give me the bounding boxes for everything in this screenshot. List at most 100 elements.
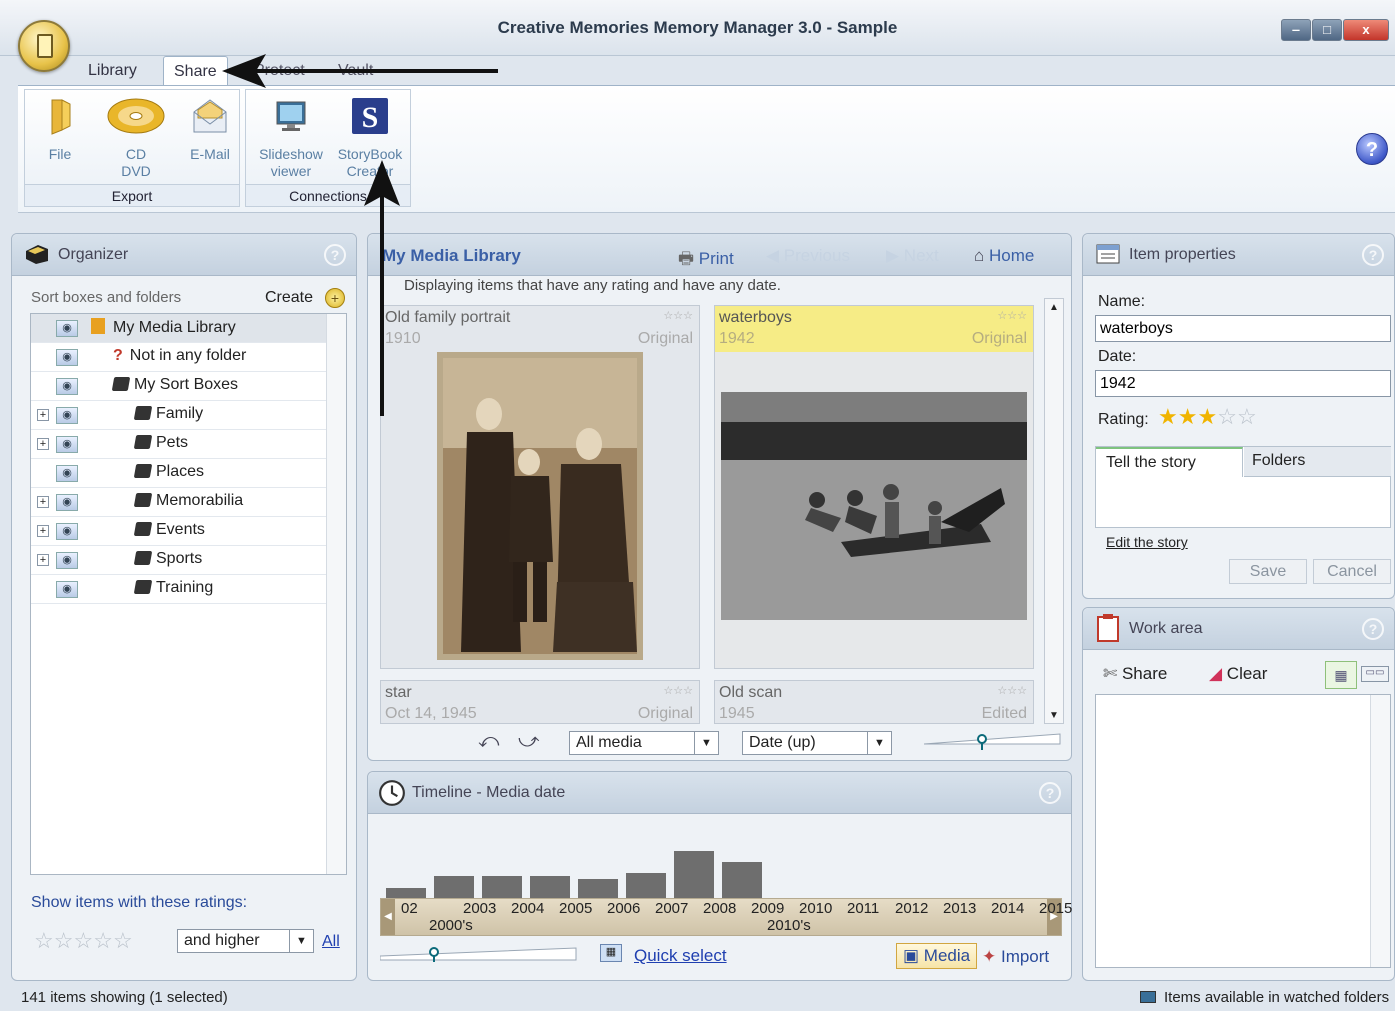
star-icon[interactable]: ★ (1197, 404, 1217, 429)
expand-icon[interactable]: + (37, 525, 49, 537)
expand-icon[interactable]: + (37, 554, 49, 566)
timeline-year[interactable]: 2007 (655, 900, 688, 917)
timeline-year[interactable]: 2011 (847, 900, 879, 917)
decade-label[interactable]: 2000's (429, 917, 473, 934)
timeline-bar[interactable] (482, 876, 522, 898)
timeline-zoom-slider[interactable] (380, 944, 578, 964)
tree-item[interactable]: ◉ Training (31, 575, 326, 604)
star-icon[interactable]: ☆ (34, 928, 54, 953)
star-icon[interactable]: ☆ (93, 928, 113, 953)
timeline-bar[interactable] (578, 879, 618, 898)
ratings-filter-stars[interactable]: ☆☆☆☆☆ (34, 928, 133, 954)
timeline-bar[interactable] (434, 876, 474, 898)
date-field[interactable] (1095, 370, 1391, 397)
tree-item[interactable]: + ◉ Family (31, 401, 326, 430)
save-button[interactable]: Save (1229, 559, 1307, 584)
edit-story-link[interactable]: Edit the story (1106, 534, 1188, 550)
work-area-scrollbar[interactable] (1370, 695, 1390, 967)
timeline-bar[interactable] (626, 873, 666, 898)
name-field[interactable] (1095, 315, 1391, 342)
expand-icon[interactable]: + (37, 496, 49, 508)
eye-icon[interactable]: ◉ (56, 378, 78, 395)
app-menu-orb[interactable] (18, 20, 70, 72)
star-icon[interactable]: ★ (1158, 404, 1178, 429)
sort-order-select[interactable]: Date (up) ▼ (742, 731, 892, 755)
expand-icon[interactable]: + (37, 438, 49, 450)
eye-icon[interactable]: ◉ (56, 436, 78, 453)
create-button[interactable]: Create (265, 289, 313, 307)
timeline-year[interactable]: 2005 (559, 900, 592, 917)
library-scrollbar[interactable]: ▲ ▼ (1044, 298, 1064, 724)
tab-tell-story[interactable]: Tell the story (1096, 447, 1243, 477)
cancel-button[interactable]: Cancel (1313, 559, 1391, 584)
grid-view-icon[interactable]: ▦ (1325, 661, 1357, 689)
star-icon[interactable]: ☆ (1237, 404, 1257, 429)
tab-share[interactable]: Share (163, 56, 228, 86)
tree-item[interactable]: ◉ My Media Library (31, 314, 326, 343)
timeline-year[interactable]: 02 (401, 900, 418, 917)
star-icon[interactable]: ☆ (113, 928, 133, 953)
timeline-year[interactable]: 2012 (895, 900, 928, 917)
star-icon[interactable]: ☆ (1217, 404, 1237, 429)
tree-item[interactable]: ◉ Places (31, 459, 326, 488)
email-export-button[interactable]: E-Mail (185, 96, 235, 163)
maximize-button[interactable]: □ (1312, 19, 1342, 41)
tree-item[interactable]: ◉ My Sort Boxes (31, 372, 326, 401)
eye-icon[interactable]: ◉ (56, 407, 78, 424)
minimize-button[interactable]: ‒ (1281, 19, 1311, 41)
timeline-year[interactable]: 2004 (511, 900, 544, 917)
slideshow-viewer-button[interactable]: Slideshow viewer (254, 96, 328, 180)
import-date-button[interactable]: ✦ Import (982, 947, 1049, 967)
eye-icon[interactable]: ◉ (56, 465, 78, 482)
timeline-year[interactable]: 2014 (991, 900, 1024, 917)
media-item[interactable]: star ☆☆☆ Oct 14, 1945 Original (380, 680, 700, 724)
scroll-up-icon[interactable]: ▲ (1045, 299, 1063, 313)
next-button[interactable]: ▶ Next (886, 246, 939, 266)
help-icon[interactable]: ? (1356, 133, 1388, 165)
timeline-year[interactable]: 2010 (799, 900, 832, 917)
zoom-slider[interactable] (924, 730, 1062, 754)
timeline-year[interactable]: 2003 (463, 900, 496, 917)
tree-item[interactable]: + ◉ Sports (31, 546, 326, 575)
rotate-left-icon[interactable]: ⤺ (478, 730, 499, 753)
scroll-down-icon[interactable]: ▼ (1045, 710, 1063, 721)
star-icon[interactable]: ★ (1178, 404, 1198, 429)
tab-library[interactable]: Library (78, 56, 147, 86)
timeline-year[interactable]: 2009 (751, 900, 784, 917)
eye-icon[interactable]: ◉ (56, 320, 78, 337)
eye-icon[interactable]: ◉ (56, 494, 78, 511)
rating-stars[interactable]: ★★★☆☆ (1158, 404, 1257, 430)
work-share-button[interactable]: ✄ Share (1103, 664, 1167, 684)
media-item[interactable]: Old family portrait ☆☆☆ 1910 Original (380, 305, 700, 669)
home-button[interactable]: ⌂ Home (974, 246, 1034, 266)
tree-item[interactable]: ◉? Not in any folder (31, 343, 326, 372)
star-icon[interactable]: ☆ (73, 928, 93, 953)
decade-label[interactable]: 2010's (767, 917, 811, 934)
eye-icon[interactable]: ◉ (56, 552, 78, 569)
timeline-help-icon[interactable]: ? (1039, 782, 1061, 804)
media-item-selected[interactable]: waterboys ☆☆☆ 1942 Original (714, 305, 1034, 669)
media-type-select[interactable]: All media ▼ (569, 731, 719, 755)
tree-item[interactable]: + ◉ Memorabilia (31, 488, 326, 517)
timeline-year[interactable]: 2015 (1039, 900, 1072, 917)
timeline-scroll-left-icon[interactable]: ◀ (381, 899, 395, 935)
rotate-right-icon[interactable]: ⤻ (518, 730, 539, 753)
work-area-drop-zone[interactable] (1095, 694, 1391, 968)
all-ratings-link[interactable]: All (322, 933, 340, 951)
print-button[interactable]: 🖶 Print (678, 246, 734, 275)
timeline-bar[interactable] (722, 862, 762, 898)
eye-icon[interactable]: ◉ (56, 523, 78, 540)
tree-item[interactable]: + ◉ Pets (31, 430, 326, 459)
create-add-icon[interactable]: + (325, 288, 345, 308)
tree-item[interactable]: + ◉ Events (31, 517, 326, 546)
media-date-button[interactable]: ▣ Media (896, 943, 978, 969)
list-view-icon[interactable]: ▭▭ (1361, 666, 1389, 682)
media-item[interactable]: Old scan ☆☆☆ 1945 Edited (714, 680, 1034, 724)
properties-help-icon[interactable]: ? (1362, 244, 1384, 266)
timeline-year[interactable]: 2013 (943, 900, 976, 917)
timeline-year[interactable]: 2006 (607, 900, 640, 917)
rating-threshold-select[interactable]: and higher ▼ (177, 929, 314, 953)
expand-icon[interactable]: + (37, 409, 49, 421)
tab-folders[interactable]: Folders (1244, 447, 1391, 477)
previous-button[interactable]: ◀ Previous (766, 246, 850, 266)
